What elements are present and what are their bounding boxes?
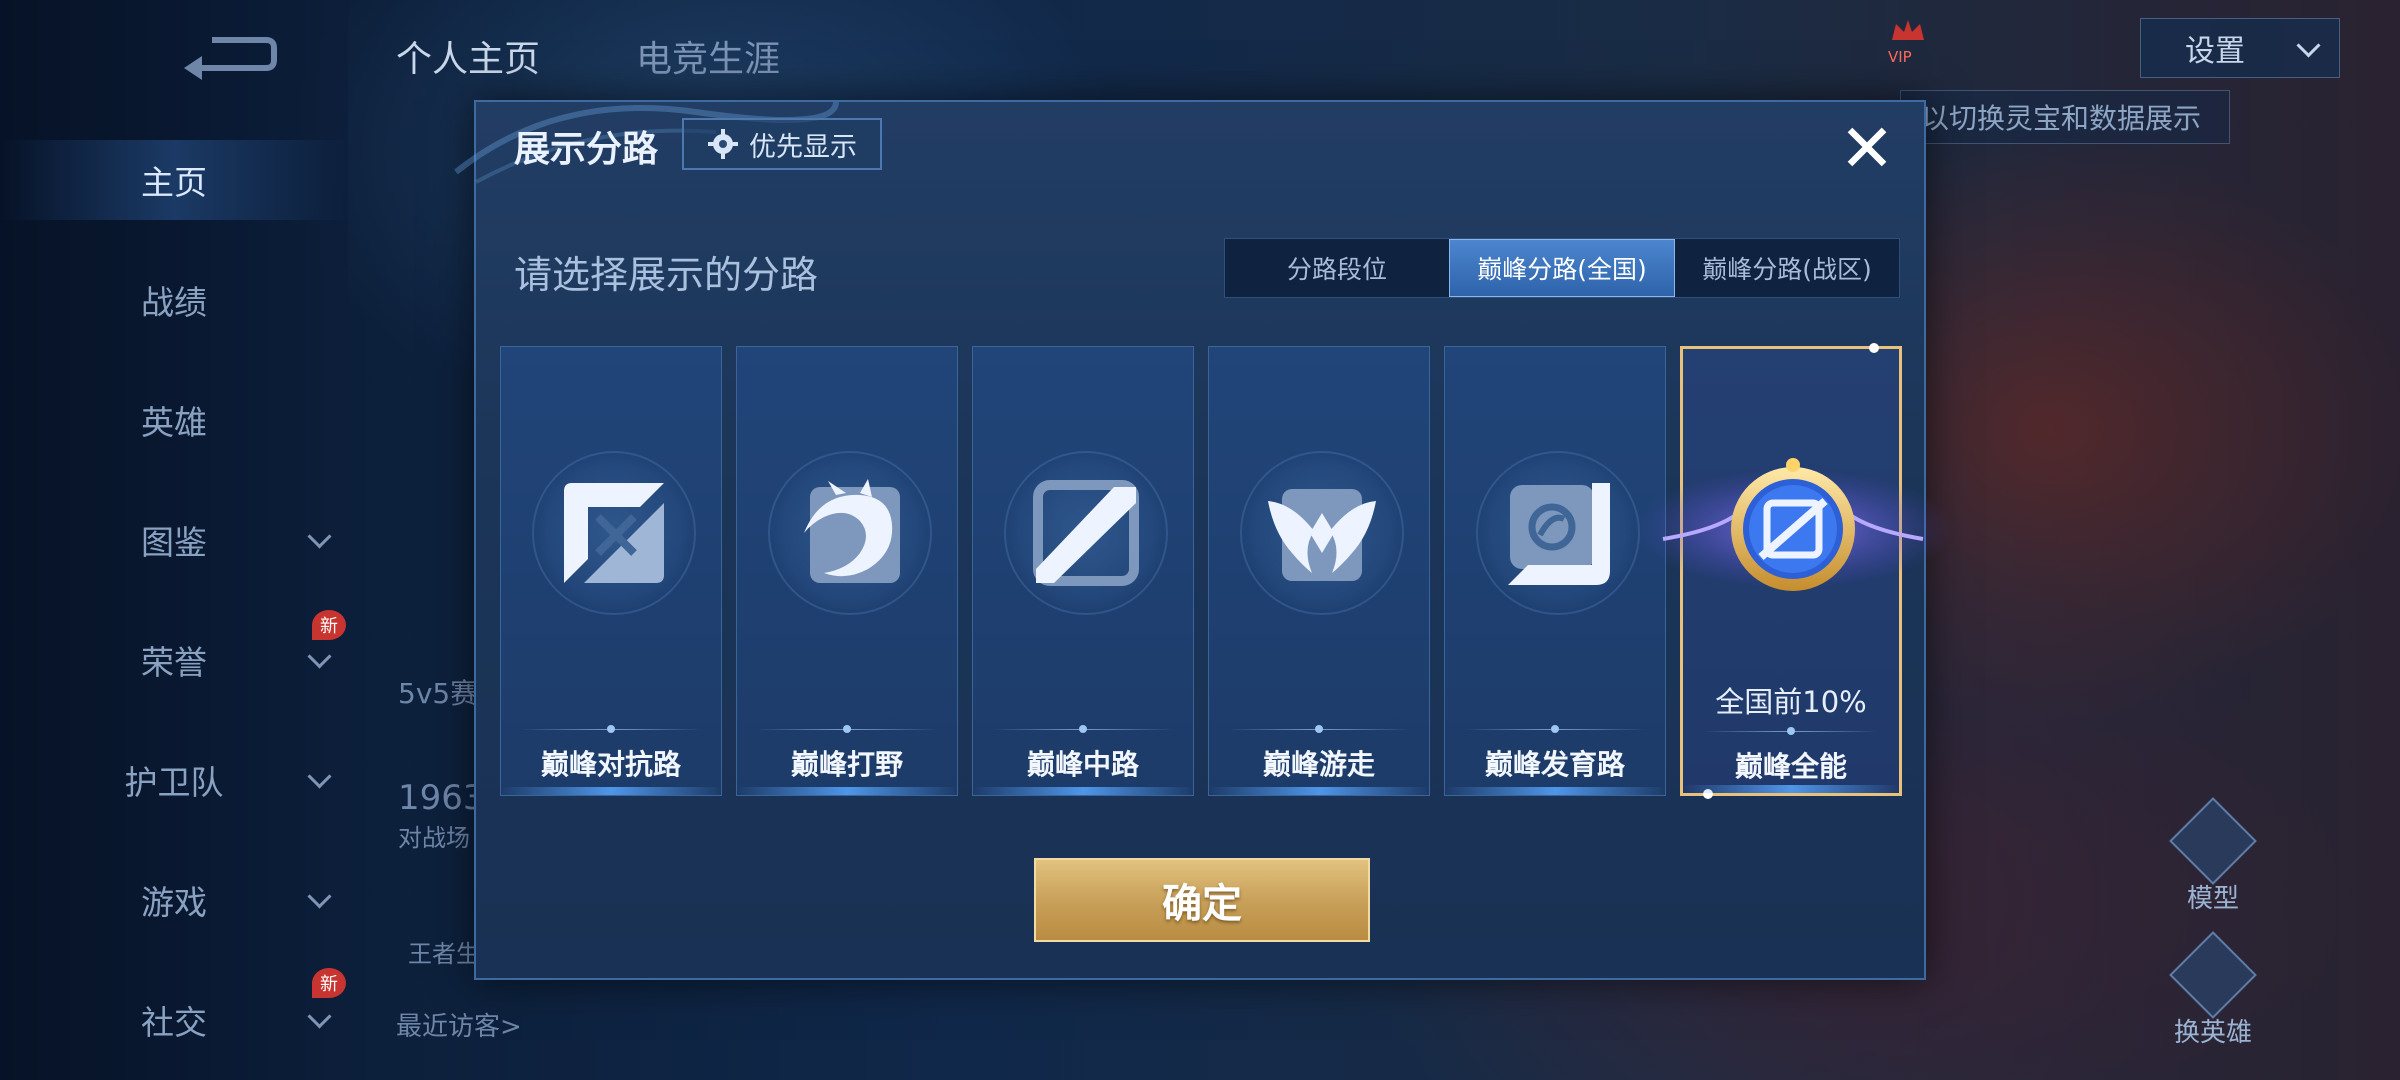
lane-card-jungle[interactable]: 巅峰打野 <box>736 346 958 796</box>
model-icon <box>2169 797 2257 885</box>
chevron-down-icon <box>307 524 332 549</box>
lane-card-roam[interactable]: 巅峰游走 <box>1208 346 1430 796</box>
new-badge: 新 <box>312 610 346 640</box>
clash-lane-icon <box>532 451 696 615</box>
sidebar: 主页 战绩 英雄 图鉴 荣誉 新 护卫队 游戏 社交 新 <box>0 0 348 1080</box>
sidebar-item-label: 荣誉 <box>141 643 207 682</box>
priority-display-button[interactable]: 优先显示 <box>682 118 882 170</box>
chevron-down-icon <box>2296 33 2321 58</box>
battle-label: 对战场 <box>398 824 470 852</box>
change-hero-icon <box>2169 931 2257 1019</box>
sidebar-item-home[interactable]: 主页 <box>0 140 348 220</box>
chevron-down-icon <box>307 884 332 909</box>
change-hero-button[interactable]: 换英雄 <box>2158 931 2268 1049</box>
all-round-emblem-icon <box>1633 458 1953 591</box>
sidebar-item-label: 战绩 <box>141 283 207 322</box>
sidebar-item-label: 社交 <box>141 1003 207 1042</box>
new-badge: 新 <box>312 968 346 998</box>
close-button[interactable]: ✕ <box>1832 114 1902 184</box>
confirm-button[interactable]: 确定 <box>1034 858 1370 942</box>
display-hint: 以切换灵宝和数据展示 <box>1900 90 2230 144</box>
jungle-dragon-icon <box>768 451 932 615</box>
lane-mode-tabs: 分路段位 巅峰分路(全国) 巅峰分路(战区) <box>1224 238 1900 298</box>
lane-card-clash[interactable]: 巅峰对抗路 <box>500 346 722 796</box>
sidebar-item-label: 主页 <box>141 163 207 202</box>
sidebar-item-games[interactable]: 游戏 <box>0 860 348 940</box>
sidebar-item-honor[interactable]: 荣誉 <box>0 620 348 700</box>
sidebar-item-record[interactable]: 战绩 <box>0 260 348 340</box>
vip-crown-icon <box>1892 20 1924 40</box>
vip-badge: VIP <box>1888 16 1948 66</box>
back-arrow-icon <box>184 37 277 80</box>
match-count: 1963 <box>398 778 485 818</box>
gear-icon <box>708 129 738 159</box>
tab-peak-national[interactable]: 巅峰分路(全国) <box>1449 239 1675 297</box>
settings-button[interactable]: 设置 <box>2140 18 2340 78</box>
chevron-down-icon <box>307 764 332 789</box>
chevron-down-icon <box>307 1004 332 1029</box>
model-button[interactable]: 模型 <box>2158 797 2268 915</box>
sidebar-item-guard[interactable]: 护卫队 <box>0 740 348 820</box>
dialog-title: 展示分路 <box>514 129 659 170</box>
back-button[interactable] <box>180 30 280 82</box>
lane-card-label: 巅峰全能 <box>1734 750 1847 783</box>
lane-card-label: 巅峰打野 <box>790 748 903 781</box>
sidebar-item-label: 游戏 <box>141 883 207 922</box>
sidebar-item-codex[interactable]: 图鉴 <box>0 500 348 580</box>
sidebar-item-label: 图鉴 <box>141 523 207 562</box>
lane-card-label: 巅峰发育路 <box>1484 748 1625 781</box>
lane-card-label: 巅峰中路 <box>1026 748 1139 781</box>
lane-display-dialog: 展示分路 优先显示 ✕ 请选择展示的分路 分路段位 巅峰分路(全国) 巅峰分路(… <box>454 100 1953 980</box>
roam-wings-icon <box>1240 451 1404 615</box>
farm-lane-icon <box>1476 451 1640 615</box>
lane-card-label: 巅峰对抗路 <box>540 748 681 781</box>
recent-visitors[interactable]: 最近访客> <box>396 1006 522 1043</box>
sidebar-item-heroes[interactable]: 英雄 <box>0 380 348 460</box>
king-label: 王者生 <box>408 940 480 968</box>
mid-lane-icon <box>1004 451 1168 615</box>
lane-card-all-round[interactable]: 全国前10% 巅峰全能 <box>1633 343 1953 799</box>
dialog-subtitle: 请选择展示的分路 <box>514 253 819 297</box>
tab-lane-rank[interactable]: 分路段位 <box>1225 239 1449 297</box>
lane-card-list: 巅峰对抗路 巅峰打野 巅峰中路 巅峰游走 巅峰发育路 全国前10% 巅峰全能 <box>500 343 1953 799</box>
lane-card-label: 巅峰游走 <box>1262 748 1375 781</box>
chevron-down-icon <box>307 644 332 669</box>
sidebar-item-label: 英雄 <box>141 403 207 442</box>
rank-percent: 全国前10% <box>1715 685 1867 719</box>
sidebar-item-social[interactable]: 社交 <box>0 980 348 1060</box>
sidebar-item-label: 护卫队 <box>124 763 224 802</box>
lane-card-mid[interactable]: 巅峰中路 <box>972 346 1194 796</box>
tab-peak-region[interactable]: 巅峰分路(战区) <box>1675 239 1899 297</box>
